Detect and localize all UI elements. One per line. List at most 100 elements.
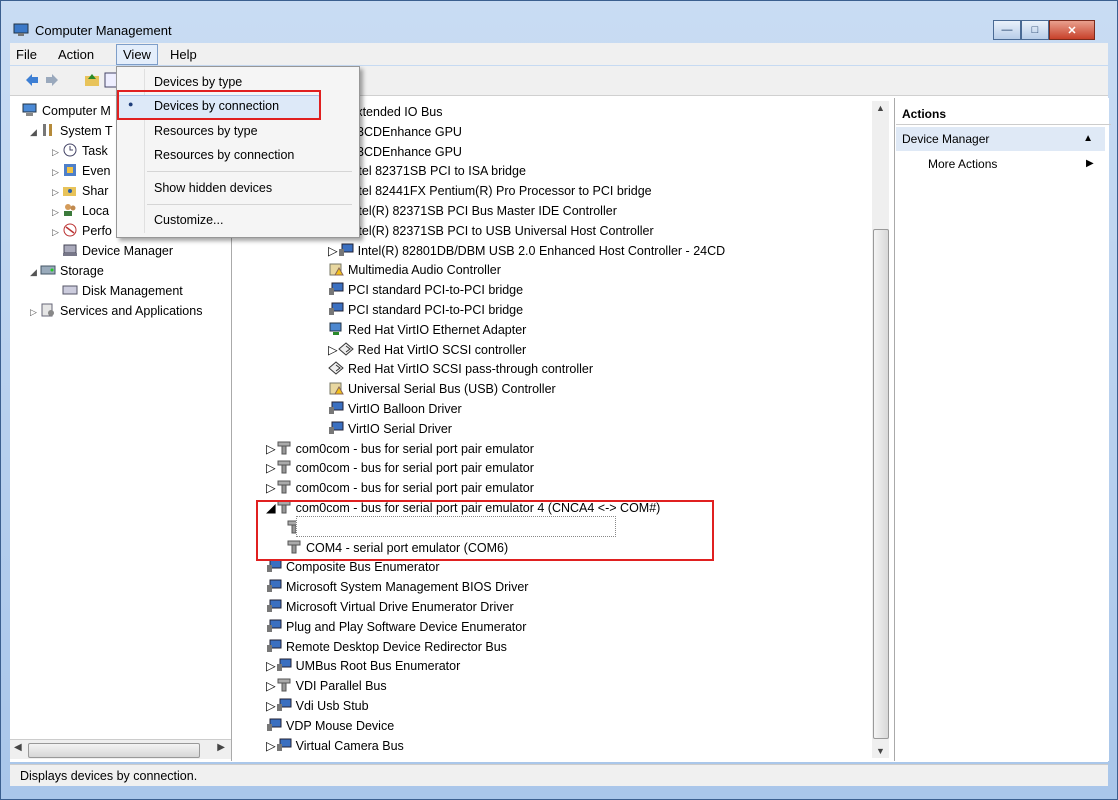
expand-icon[interactable]: ▷ (266, 739, 276, 753)
scrollbar-thumb[interactable] (873, 229, 889, 739)
expand-icon[interactable]: ▷ (266, 442, 276, 456)
actions-header: Actions (896, 104, 1111, 125)
tree-item-performance[interactable]: ▷ Perfo (52, 222, 112, 241)
expand-icon[interactable]: ▷ (266, 659, 276, 673)
device-row[interactable]: ▷ Red Hat VirtIO SCSI controller (328, 341, 526, 360)
device-row[interactable]: ▷ com0com - bus for serial port pair emul… (266, 479, 534, 498)
actions-device-manager[interactable]: Device Manager ▲ (896, 127, 1105, 151)
expand-icon[interactable]: ▷ (328, 343, 338, 357)
maximize-button[interactable]: □ (1021, 20, 1049, 40)
expand-icon[interactable]: ▷ (30, 303, 40, 322)
vertical-scrollbar[interactable]: ▲ ▼ (872, 101, 889, 758)
menu-devices-by-connection[interactable]: Devices by connection (154, 99, 279, 113)
device-row[interactable]: VDP Mouse Device (266, 717, 394, 736)
up-folder-icon[interactable] (84, 72, 100, 88)
device-row[interactable]: ▷ VDI Parallel Bus (266, 677, 387, 696)
device-row[interactable]: Multimedia Audio Controller (328, 261, 501, 280)
tree-item-system-tools[interactable]: ◢ System T (30, 122, 113, 141)
menu-view[interactable]: View (116, 44, 158, 65)
window-controls: — □ ✕ (993, 20, 1095, 40)
menu-help[interactable]: Help (164, 45, 203, 64)
expand-icon[interactable]: ▷ (328, 244, 338, 258)
clock-icon (63, 143, 77, 157)
scrollbar-thumb[interactable] (28, 743, 200, 758)
minimize-button[interactable]: — (993, 20, 1021, 40)
forward-arrow-icon[interactable] (44, 72, 60, 88)
expand-icon[interactable]: ▷ (52, 143, 62, 162)
expand-icon[interactable]: ▷ (266, 699, 276, 713)
disk-icon (62, 285, 78, 295)
collapse-up-icon[interactable]: ▲ (1083, 127, 1093, 151)
tree-item-device-manager[interactable]: Device Manager (62, 242, 173, 261)
share-icon (63, 187, 76, 196)
tree-item-shared-folders[interactable]: ▷ Shar (52, 182, 108, 201)
system-device-icon (267, 639, 282, 652)
menu-file[interactable]: File (10, 45, 43, 64)
menu-resources-by-type[interactable]: Resources by type (154, 124, 258, 138)
scroll-left-icon[interactable]: ◀ (14, 742, 22, 753)
tree-item-computer-management[interactable]: Computer M (22, 102, 111, 121)
device-row[interactable]: PCI standard PCI-to-PCI bridge (328, 281, 523, 300)
collapse-icon[interactable]: ◢ (30, 123, 40, 142)
expand-icon[interactable]: ▷ (52, 183, 62, 202)
device-row[interactable]: Intel 82441FX Pentium(R) Pro Processor t… (328, 182, 652, 201)
menu-show-hidden-devices[interactable]: Show hidden devices (154, 181, 272, 195)
device-row[interactable]: ▷ com0com - bus for serial port pair emul… (266, 459, 534, 478)
device-label: VDI Parallel Bus (295, 679, 387, 694)
device-row[interactable]: ▷ Virtual Camera Bus (266, 737, 404, 756)
network-adapter-icon (329, 322, 342, 335)
device-row[interactable]: VirtIO Serial Driver (328, 420, 452, 439)
device-row[interactable]: Composite Bus Enumerator (266, 558, 440, 577)
horizontal-scrollbar[interactable]: ◀ ▶ (10, 739, 231, 759)
device-label: com0com - bus for serial port pair emula… (295, 461, 534, 476)
submenu-arrow-icon: ▶ (1086, 158, 1094, 169)
menu-customize[interactable]: Customize... (154, 213, 223, 227)
device-label: com0com - bus for serial port pair emula… (295, 501, 661, 515)
device-row[interactable]: Red Hat VirtIO Ethernet Adapter (328, 321, 526, 340)
device-row[interactable]: Plug and Play Software Device Enumerator (266, 618, 526, 637)
tree-item-services-applications[interactable]: ▷ Services and Applications (30, 302, 202, 321)
collapse-icon[interactable]: ◢ (30, 263, 40, 282)
more-actions[interactable]: More Actions ▶ (928, 157, 1094, 171)
tree-item-task-scheduler[interactable]: ▷ Task (52, 142, 108, 161)
menu-resources-by-connection[interactable]: Resources by connection (154, 148, 294, 162)
scroll-up-icon[interactable]: ▲ (876, 103, 885, 113)
tree-item-disk-management[interactable]: Disk Management (62, 282, 183, 301)
expand-icon[interactable]: ▷ (52, 203, 62, 222)
expand-icon[interactable]: ▷ (52, 223, 62, 242)
tree-item-storage[interactable]: ◢ Storage (30, 262, 104, 281)
device-row[interactable]: Intel(R) 82371SB PCI to USB Universal Ho… (328, 222, 654, 241)
tree-label: Disk Management (82, 284, 183, 298)
device-row[interactable]: COM4 - serial port emulator (COM6) (286, 539, 508, 558)
device-row[interactable]: PCI standard PCI-to-PCI bridge (328, 301, 523, 320)
collapse-icon[interactable]: ◢ (266, 501, 276, 515)
device-row[interactable]: Microsoft System Management BIOS Driver (266, 578, 528, 597)
close-button[interactable]: ✕ (1049, 20, 1095, 40)
expand-icon[interactable]: ▷ (52, 163, 62, 182)
menu-action[interactable]: Action (52, 45, 100, 64)
device-row[interactable]: VirtIO Balloon Driver (328, 400, 462, 419)
device-row[interactable]: Microsoft Virtual Drive Enumerator Drive… (266, 598, 514, 617)
expand-icon[interactable]: ▷ (266, 679, 276, 693)
device-row[interactable]: Universal Serial Bus (USB) Controller (328, 380, 556, 399)
menu-devices-by-type[interactable]: Devices by type (154, 75, 242, 89)
device-row[interactable]: ▷ com0com - bus for serial port pair emul… (266, 440, 534, 459)
title-bar[interactable]: Computer Management — □ ✕ (1, 1, 1117, 40)
tree-item-local-users[interactable]: ▷ Loca (52, 202, 109, 221)
system-device-icon (276, 698, 292, 711)
device-row[interactable]: ▷ Intel(R) 82801DB/DBM USB 2.0 Enhanced H… (328, 242, 725, 261)
device-row[interactable]: ▷ Vdi Usb Stub (266, 697, 369, 716)
device-row[interactable]: Red Hat VirtIO SCSI pass-through control… (328, 360, 593, 379)
serial-port-icon (277, 480, 291, 494)
device-label: VDP Mouse Device (286, 718, 395, 733)
scroll-right-icon[interactable]: ▶ (217, 742, 225, 753)
back-arrow-icon[interactable] (24, 72, 40, 88)
scroll-down-icon[interactable]: ▼ (876, 746, 885, 756)
device-row[interactable]: ▷ UMBus Root Bus Enumerator (266, 657, 460, 676)
device-row[interactable]: Intel(R) 82371SB PCI Bus Master IDE Cont… (328, 202, 617, 221)
expand-icon[interactable]: ▷ (266, 461, 276, 475)
device-row[interactable]: Remote Desktop Device Redirector Bus (266, 638, 507, 657)
event-icon (64, 164, 76, 176)
tree-item-event-viewer[interactable]: ▷ Even (52, 162, 111, 181)
expand-icon[interactable]: ▷ (266, 481, 276, 495)
